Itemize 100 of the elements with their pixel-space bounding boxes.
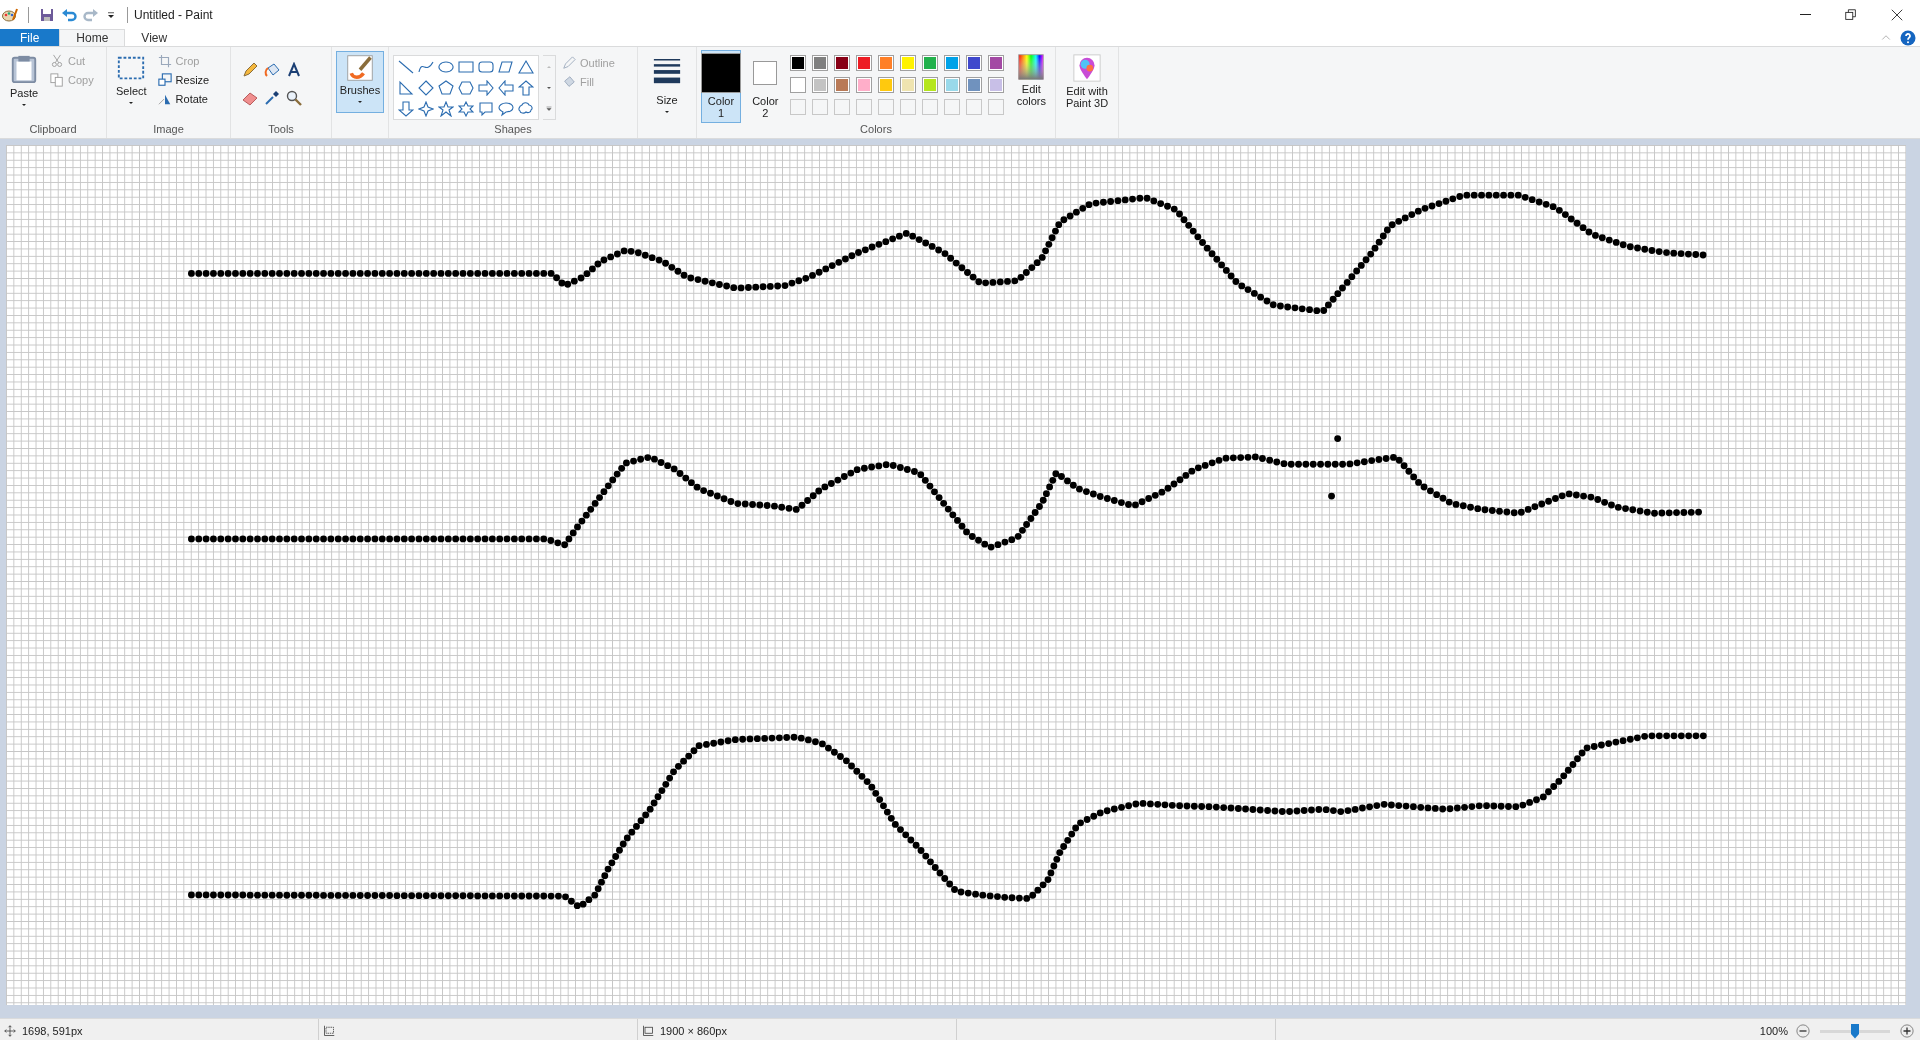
color-selector-button[interactable]: Color 1 [701,50,741,123]
six-point-star-shape-icon[interactable] [458,100,474,117]
restore-icon [1844,7,1858,22]
empty-color-slot[interactable] [833,99,850,115]
color-selector-button[interactable]: Color 2 [747,50,784,123]
group-label: Clipboard [28,123,78,137]
canvas-size-icon [642,1025,654,1037]
cloud-callout-shape-icon[interactable] [518,100,534,117]
down-arrow-shape-icon[interactable] [398,100,414,117]
empty-color-slot[interactable] [877,99,894,115]
canvas-size: 1900 × 860px [660,1025,727,1037]
zoom-out-icon[interactable] [1796,1024,1810,1038]
right-triangle-shape-icon[interactable] [398,79,414,96]
right-arrow-shape-icon[interactable] [478,79,494,96]
expand-gallery-icon[interactable] [545,104,553,113]
line-sizes-icon [651,56,683,86]
empty-color-slot[interactable] [987,99,1004,115]
color-swatch[interactable] [921,77,938,93]
brushes-button[interactable]: Brushes [336,51,384,113]
speech-bubble-shape-icon[interactable] [478,100,494,117]
select-button[interactable]: Select [111,50,152,123]
line-shape-icon[interactable] [398,58,414,75]
diamond-shape-icon[interactable] [418,79,434,96]
color-swatch[interactable] [877,55,894,71]
size-button[interactable]: Size [642,53,692,119]
oval-shape-icon[interactable] [438,58,454,75]
color-swatch[interactable] [899,55,916,71]
color-swatch[interactable] [899,77,916,93]
ribbon-tab[interactable]: Home [59,29,126,46]
paint-palette-icon [2,6,18,23]
polygon-shape-icon[interactable] [498,58,514,75]
help-icon[interactable] [1900,29,1916,46]
dropdown-caret-icon [127,99,136,107]
undo-icon[interactable] [61,6,77,23]
cursor-position: 1698, 591px [22,1025,83,1037]
color-swatch[interactable] [833,77,850,93]
group-label: Tools [267,123,295,137]
paste-button[interactable]: Paste [4,50,44,123]
scissors-icon [50,54,64,68]
color-swatch[interactable] [789,77,806,93]
color-picker-icon[interactable] [264,90,280,106]
empty-color-slot[interactable] [811,99,828,115]
pencil-icon[interactable] [242,62,258,78]
color-swatch[interactable] [943,77,960,93]
dropdown-caret-icon [663,108,671,116]
empty-color-slot[interactable] [899,99,916,115]
zoom-percentage: 100% [1759,1025,1788,1037]
edit-with-paint-3d-button[interactable]: Edit with Paint 3D [1060,50,1114,112]
edit-colors-button[interactable]: Edit colors [1011,50,1051,123]
save-icon[interactable] [39,6,55,23]
color-swatch[interactable] [855,55,872,71]
zoom-in-icon[interactable] [1900,1024,1914,1038]
star-shape-icon[interactable] [438,100,454,117]
up-arrow-shape-icon[interactable] [518,79,534,96]
paint-bucket-icon[interactable] [264,62,280,78]
four-point-star-shape-icon[interactable] [418,100,434,117]
color-swatch[interactable] [987,55,1004,71]
color-swatch[interactable] [965,77,982,93]
color-swatch[interactable] [877,77,894,93]
color-swatch[interactable] [987,77,1004,93]
copy-icon [50,73,64,87]
group-label: Image [152,123,185,137]
magnifier-icon[interactable] [286,90,302,106]
pentagon-shape-icon[interactable] [438,79,454,96]
triangle-shape-icon[interactable] [518,58,534,75]
file-menu-tab[interactable]: File [0,29,60,46]
left-arrow-shape-icon[interactable] [498,79,514,96]
color-swatch[interactable] [855,77,872,93]
rectangle-shape-icon[interactable] [458,58,474,75]
selection-size-icon [323,1025,335,1037]
zoom-slider-thumb[interactable] [1851,1023,1859,1039]
rounded-rectangle-shape-icon[interactable] [478,58,494,75]
color-swatch[interactable] [921,55,938,71]
color-swatch[interactable] [789,55,806,71]
resize-button[interactable]: Resize [155,71,212,89]
outline-pencil-icon [562,56,576,70]
eraser-icon[interactable] [242,90,258,106]
ribbon-tab[interactable]: View [125,29,184,46]
group-label: Shapes [493,123,533,137]
minimize-icon [1799,14,1811,15]
color-swatch[interactable] [965,55,982,71]
empty-color-slot[interactable] [789,99,806,115]
color-swatch[interactable] [811,55,828,71]
group-label: Colors [859,123,893,137]
hexagon-shape-icon[interactable] [458,79,474,96]
fill-bucket-icon [562,75,576,89]
color-swatch[interactable] [811,77,828,93]
dropdown-caret-icon [356,98,364,106]
color-swatch[interactable] [943,55,960,71]
text-tool-icon[interactable] [286,62,302,78]
clipboard-icon [9,53,39,85]
empty-color-slot[interactable] [855,99,872,115]
empty-color-slot[interactable] [965,99,982,115]
resize-icon [157,73,172,87]
color-swatch[interactable] [833,55,850,71]
rotate-button[interactable]: Rotate [155,90,212,108]
oval-callout-shape-icon[interactable] [498,100,514,117]
paint-drop-icon [1072,53,1102,83]
empty-color-slot[interactable] [921,99,938,115]
empty-color-slot[interactable] [943,99,960,115]
